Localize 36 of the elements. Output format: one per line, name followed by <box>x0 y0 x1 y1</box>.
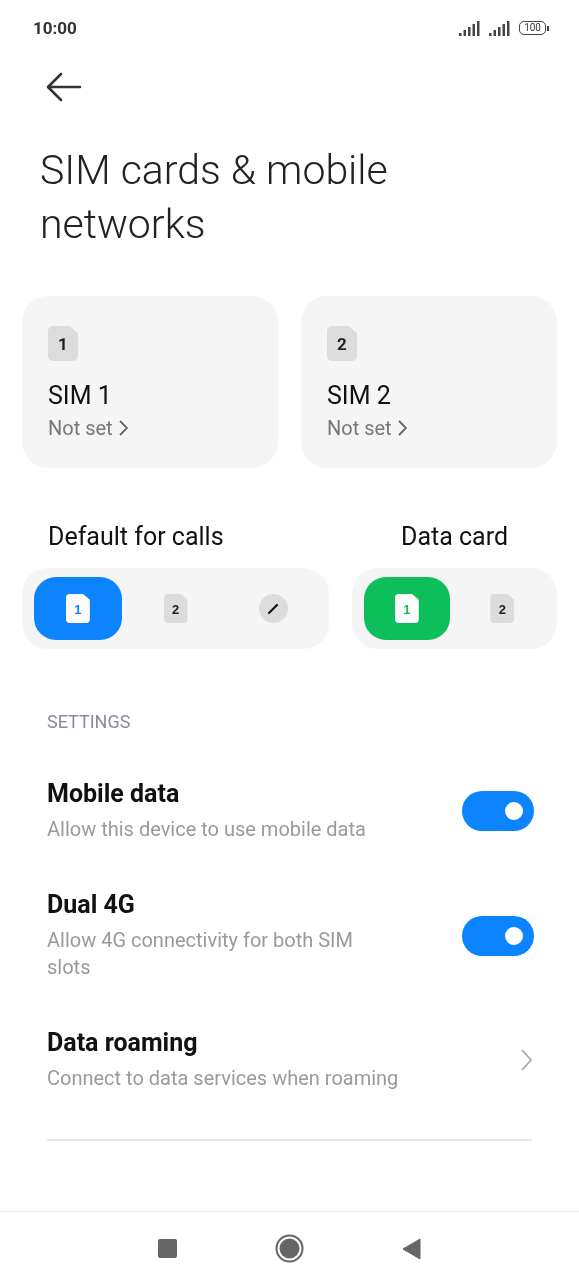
signal-icon <box>489 20 513 36</box>
section-label: Data card <box>400 522 509 553</box>
sim-status: Not set <box>48 416 113 440</box>
battery-icon: 100 <box>519 21 549 35</box>
clock-time: 10:00 <box>33 18 77 38</box>
sim-option[interactable]: 2 <box>131 577 220 640</box>
sim-icon: 1 <box>48 326 78 361</box>
sim-icon: 2 <box>327 326 357 361</box>
setting-row[interactable]: Data roaming Connect to data services when roaming <box>0 1015 579 1105</box>
home-button[interactable] <box>275 1234 304 1266</box>
page-title: SIM cards & mobile networks <box>40 145 389 250</box>
setting-description: Connect to data services when roaming <box>47 1065 400 1092</box>
setting-row[interactable]: Dual 4G Allow 4G connectivity for both SIM slots <box>0 890 579 981</box>
toggle-switch[interactable] <box>462 915 534 956</box>
sim-option[interactable]: 1 <box>34 577 122 640</box>
pencil-icon <box>267 602 280 615</box>
setting-description: Allow this device to use mobile data <box>47 816 367 843</box>
setting-description: Allow 4G connectivity for both SIM slots <box>47 927 354 981</box>
recents-button[interactable] <box>158 1239 177 1261</box>
toggle-switch[interactable] <box>462 791 534 831</box>
chevron-icon <box>118 420 128 436</box>
sim-card[interactable]: 2 SIM 2 Not set <box>301 296 557 468</box>
setting-title: Data roaming <box>47 1028 199 1057</box>
section-label: Default for calls <box>47 522 225 553</box>
sim-option[interactable]: 2 <box>459 577 545 640</box>
setting-title: Dual 4G <box>47 890 136 919</box>
setting-title: Mobile data <box>47 779 181 808</box>
chevron-icon <box>521 1049 532 1071</box>
setting-row[interactable]: Mobile data Allow this device to use mobile data <box>0 766 579 856</box>
sim-name: SIM 1 <box>48 381 113 410</box>
sim-card[interactable]: 1 SIM 1 Not set <box>22 296 278 468</box>
section-header: SETTINGS <box>46 711 132 732</box>
sim-name: SIM 2 <box>327 381 392 410</box>
sim-status: Not set <box>327 416 392 440</box>
signal-icon <box>459 20 483 36</box>
chevron-icon <box>397 420 407 436</box>
